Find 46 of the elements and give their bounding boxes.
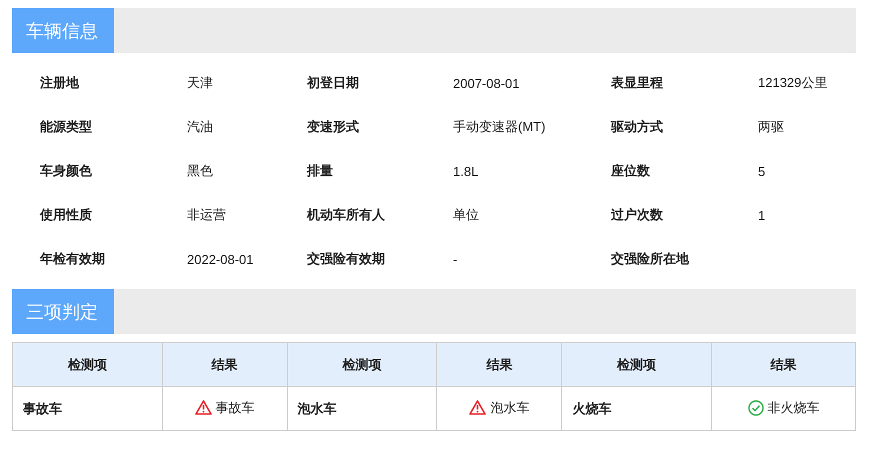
result-text: 泡水车 xyxy=(490,398,530,417)
field-label: 注册地 xyxy=(40,74,79,92)
field-label: 座位数 xyxy=(611,162,650,180)
table-cell: 事故车 xyxy=(12,386,162,430)
field-value: 手动变速器(MT) xyxy=(453,118,546,136)
field-label: 年检有效期 xyxy=(40,250,105,268)
field-label: 机动车所有人 xyxy=(307,206,385,224)
field-value: 单位 xyxy=(453,206,479,224)
field-label: 车身颜色 xyxy=(40,162,92,180)
field-value: 2007-08-01 xyxy=(453,76,520,90)
field-value: 天津 xyxy=(187,74,213,92)
field-value: 2022-08-01 xyxy=(187,252,254,266)
field-label: 变速形式 xyxy=(307,118,359,136)
warning-icon xyxy=(469,400,486,416)
section-title: 车辆信息 xyxy=(12,8,114,53)
field-label: 使用性质 xyxy=(40,206,92,224)
field-label: 排量 xyxy=(307,162,333,180)
table-cell: 泡水车 xyxy=(287,386,437,430)
check-circle-icon xyxy=(748,400,764,416)
table-cell: 火烧车 xyxy=(562,386,712,430)
field-value: 121329公里 xyxy=(758,74,828,92)
field-value: 1.8L xyxy=(453,164,478,178)
field-label: 表显里程 xyxy=(611,74,663,92)
column-header: 结果 xyxy=(162,342,288,386)
result-text: 事故车 xyxy=(216,398,255,417)
field-value: 汽油 xyxy=(187,118,213,136)
column-header: 检测项 xyxy=(12,342,162,386)
field-value: - xyxy=(453,252,458,266)
field-label: 交强险所在地 xyxy=(611,250,689,268)
field-value: 1 xyxy=(758,208,766,222)
field-label: 交强险有效期 xyxy=(307,250,385,268)
result-text: 非火烧车 xyxy=(768,398,820,416)
field-label: 过户次数 xyxy=(611,206,663,224)
field-value: 非运营 xyxy=(187,206,226,224)
field-value: 黑色 xyxy=(187,162,213,180)
column-header: 结果 xyxy=(712,342,856,386)
warning-icon xyxy=(194,400,212,416)
field-value: 两驱 xyxy=(758,118,784,136)
column-header: 检测项 xyxy=(287,342,437,386)
field-label: 能源类型 xyxy=(40,118,92,136)
field-value: 5 xyxy=(758,164,766,178)
field-label: 初登日期 xyxy=(307,74,359,92)
column-header: 结果 xyxy=(436,342,562,386)
column-header: 检测项 xyxy=(562,342,712,386)
section-title: 三项判定 xyxy=(12,289,114,334)
field-label: 驱动方式 xyxy=(611,118,663,136)
